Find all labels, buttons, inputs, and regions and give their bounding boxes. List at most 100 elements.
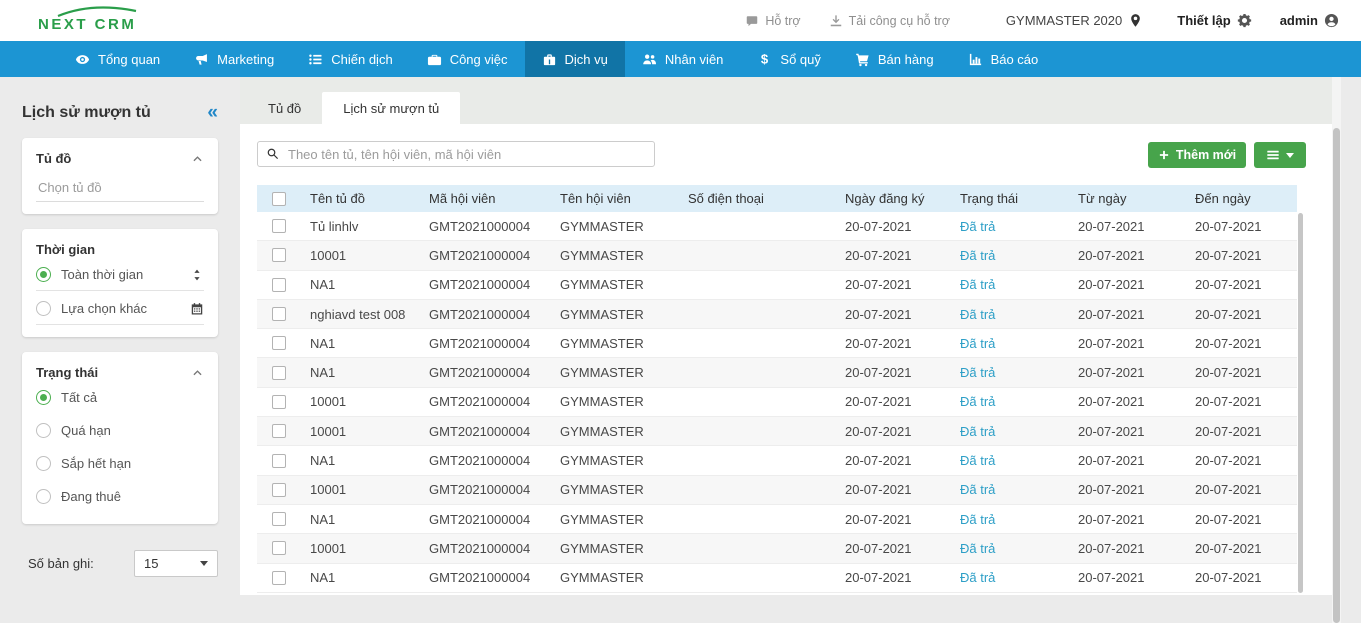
row-checkbox[interactable] (272, 424, 286, 438)
cell-status-link[interactable]: Đã trả (951, 512, 1069, 527)
user-icon (1324, 13, 1339, 28)
select-all-checkbox[interactable] (272, 192, 286, 206)
cell-member_code: GMT2021000004 (420, 482, 551, 497)
list-actions-menu-button[interactable] (1254, 142, 1306, 168)
col-header-status[interactable]: Trạng thái (951, 191, 1069, 206)
row-checkbox[interactable] (272, 571, 286, 585)
cell-status-link[interactable]: Đã trả (951, 219, 1069, 234)
locker-select-input[interactable] (36, 174, 204, 202)
cell-status-link[interactable]: Đã trả (951, 453, 1069, 468)
table-row[interactable]: NA1GMT2021000004GYMMASTER20-07-2021Đã tr… (257, 358, 1297, 387)
cell-status-link[interactable]: Đã trả (951, 424, 1069, 439)
radio-renting[interactable] (36, 489, 51, 504)
cell-status-link[interactable]: Đã trả (951, 394, 1069, 409)
calendar-icon[interactable] (190, 302, 204, 316)
nextcrm-logo[interactable]: NEXT CRM (30, 5, 148, 37)
col-header-member-name[interactable]: Tên hội viên (551, 191, 679, 206)
table-row[interactable]: nghiavd test 008GMT2021000004GYMMASTER20… (257, 300, 1297, 329)
col-header-phone[interactable]: Số điện thoại (679, 191, 836, 206)
nav-item-label: Tổng quan (98, 52, 160, 67)
nav-item-ban-hang[interactable]: Bán hàng (838, 41, 951, 77)
people-icon (642, 52, 657, 67)
help-link[interactable]: Hỗ trợ (745, 14, 800, 28)
cell-reg_date: 20-07-2021 (836, 336, 951, 351)
nav-item-cong-viec[interactable]: Công việc (410, 41, 525, 77)
tab-tu-do[interactable]: Tủ đồ (247, 92, 322, 124)
row-checkbox[interactable] (272, 336, 286, 350)
chevron-up-icon[interactable] (191, 366, 204, 379)
cell-locker: 10001 (301, 424, 420, 439)
radio-overdue[interactable] (36, 423, 51, 438)
cell-status-link[interactable]: Đã trả (951, 248, 1069, 263)
records-count-select[interactable]: 15 (134, 550, 218, 577)
tab-lich-su-muon-tu[interactable]: Lịch sử mượn tủ (322, 92, 460, 124)
option-label: Tất cả (61, 390, 204, 405)
table-row[interactable]: 10001GMT2021000004GYMMASTER20-07-2021Đã … (257, 388, 1297, 417)
search-input[interactable] (257, 141, 655, 167)
sort-icon[interactable] (190, 268, 204, 282)
cell-locker: NA1 (301, 365, 420, 380)
nav-item-chien-dich[interactable]: Chiến dịch (291, 41, 409, 77)
row-checkbox[interactable] (272, 248, 286, 262)
cell-status-link[interactable]: Đã trả (951, 336, 1069, 351)
col-header-reg-date[interactable]: Ngày đăng ký (836, 191, 951, 206)
cell-to_date: 20-07-2021 (1186, 248, 1297, 263)
cell-reg_date: 20-07-2021 (836, 219, 951, 234)
row-checkbox[interactable] (272, 307, 286, 321)
cell-status-link[interactable]: Đã trả (951, 365, 1069, 380)
add-new-button[interactable]: Thêm mới (1148, 142, 1246, 168)
cell-status-link[interactable]: Đã trả (951, 570, 1069, 585)
col-header-to-date[interactable]: Đến ngày (1186, 191, 1297, 206)
radio-all[interactable] (36, 390, 51, 405)
records-count-value: 15 (144, 556, 158, 571)
radio-expiring-soon[interactable] (36, 456, 51, 471)
table-row[interactable]: 10001GMT2021000004GYMMASTER20-07-2021Đã … (257, 476, 1297, 505)
cell-locker: NA1 (301, 512, 420, 527)
table-row[interactable]: Tủ linhlvGMT2021000004GYMMASTER20-07-202… (257, 212, 1297, 241)
nav-item-so-quy[interactable]: Sổ quỹ (740, 41, 837, 77)
row-checkbox[interactable] (272, 512, 286, 526)
table-scrollbar[interactable] (1298, 213, 1303, 593)
table-row[interactable]: 10001GMT2021000004GYMMASTER20-07-2021Đã … (257, 417, 1297, 446)
row-checkbox[interactable] (272, 454, 286, 468)
table-row[interactable]: 10001GMT2021000004GYMMASTER20-07-2021Đã … (257, 534, 1297, 563)
user-menu[interactable]: admin (1280, 13, 1339, 28)
col-header-locker[interactable]: Tên tủ đồ (301, 191, 420, 206)
nav-item-marketing[interactable]: Marketing (177, 41, 291, 77)
time-panel-title: Thời gian (36, 242, 95, 257)
table-row[interactable]: NA1GMT2021000004GYMMASTER20-07-2021Đã tr… (257, 505, 1297, 534)
cell-status-link[interactable]: Đã trả (951, 307, 1069, 322)
row-checkbox[interactable] (272, 395, 286, 409)
row-checkbox[interactable] (272, 219, 286, 233)
settings-button[interactable]: Thiết lập (1177, 13, 1251, 28)
collapse-sidebar-icon[interactable]: « (207, 103, 218, 122)
nav-item-label: Công việc (450, 52, 508, 67)
row-checkbox[interactable] (272, 278, 286, 292)
row-checkbox[interactable] (272, 483, 286, 497)
plus-icon (1158, 149, 1170, 161)
row-checkbox[interactable] (272, 541, 286, 555)
table-row[interactable]: NA1GMT2021000004GYMMASTER20-07-2021Đã tr… (257, 446, 1297, 475)
chevron-up-icon[interactable] (191, 152, 204, 165)
row-checkbox[interactable] (272, 366, 286, 380)
table-row[interactable]: 10001GMT2021000004GYMMASTER20-07-2021Đã … (257, 241, 1297, 270)
table-row[interactable]: NA1GMT2021000004GYMMASTER20-07-2021Đã tr… (257, 271, 1297, 300)
nav-item-bao-cao[interactable]: Báo cáo (951, 41, 1056, 77)
table-row[interactable]: NA1GMT2021000004GYMMASTER20-07-2021Đã tr… (257, 329, 1297, 358)
account-selector[interactable]: GYMMASTER 2020 (1006, 13, 1143, 28)
radio-all-time[interactable] (36, 267, 51, 282)
nav-item-nhan-vien[interactable]: Nhân viên (625, 41, 741, 77)
radio-other-range[interactable] (36, 301, 51, 316)
cell-status-link[interactable]: Đã trả (951, 277, 1069, 292)
nav-item-dich-vu[interactable]: Dịch vụ (525, 41, 625, 77)
page-scrollbar-thumb[interactable] (1333, 128, 1340, 623)
col-header-from-date[interactable]: Từ ngày (1069, 191, 1186, 206)
col-header-member-code[interactable]: Mã hội viên (420, 191, 551, 206)
nav-item-tong-quan[interactable]: Tổng quan (58, 41, 177, 77)
download-tools-link[interactable]: Tải công cụ hỗ trợ (829, 14, 950, 28)
cell-status-link[interactable]: Đã trả (951, 541, 1069, 556)
option-label: Sắp hết hạn (61, 456, 204, 471)
cell-reg_date: 20-07-2021 (836, 365, 951, 380)
cell-status-link[interactable]: Đã trả (951, 482, 1069, 497)
table-row[interactable]: NA1GMT2021000004GYMMASTER20-07-2021Đã tr… (257, 564, 1297, 593)
